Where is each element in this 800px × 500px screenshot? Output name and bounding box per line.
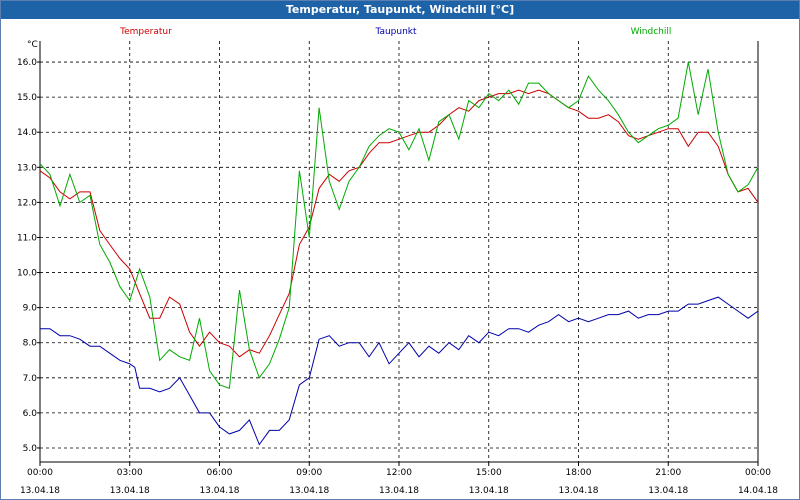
x-tick-label-time: 00:00	[27, 468, 53, 478]
axes	[37, 41, 759, 466]
grid	[40, 41, 758, 462]
legend-taupunkt: Taupunkt	[374, 27, 417, 37]
y-tick-label: 16.0	[17, 58, 37, 68]
y-axis-unit: °C	[27, 40, 38, 50]
y-tick-label: 13.0	[17, 163, 37, 173]
x-tick-label-time: 09:00	[296, 468, 322, 478]
y-tick-label: 14.0	[17, 128, 37, 138]
y-tick-label: 9.0	[23, 304, 38, 314]
x-tick-label-time: 15:00	[476, 468, 502, 478]
y-tick-label: 11.0	[17, 233, 37, 243]
x-tick-label-date: 13.04.18	[289, 486, 329, 496]
x-tick-label-date: 13.04.18	[648, 486, 688, 496]
x-tick-label-date: 13.04.18	[379, 486, 419, 496]
x-tick-label-time: 00:00	[745, 468, 771, 478]
y-tick-label: 5.0	[23, 444, 38, 454]
series-line-windchill	[39, 62, 759, 389]
x-tick-label-time: 18:00	[566, 468, 592, 478]
legend-temperatur: Temperatur	[119, 27, 172, 37]
x-tick-label-date: 13.04.18	[199, 486, 239, 496]
chart-window: Temperatur, Taupunkt, Windchill [°C] 5.0…	[0, 0, 800, 500]
legend-windchill: Windchill	[631, 27, 672, 37]
y-tick-label: 12.0	[17, 198, 37, 208]
x-tick-label-date: 13.04.18	[469, 486, 509, 496]
y-tick-label: 8.0	[23, 339, 38, 349]
x-tick-label-time: 06:00	[207, 468, 233, 478]
x-tick-label-date: 13.04.18	[110, 486, 150, 496]
y-tick-label: 10.0	[17, 269, 37, 279]
y-tick-label: 7.0	[23, 374, 38, 384]
x-tick-label-date: 13.04.18	[20, 486, 60, 496]
tick-labels: 5.0 6.0 7.0 8.0 9.0 10.0 11.0 12.0 13.0 14.0 15.0 1…	[17, 58, 778, 496]
y-tick-label: 6.0	[23, 409, 38, 419]
x-tick-label-date: 13.04.18	[558, 486, 598, 496]
x-tick-label-time: 03:00	[117, 468, 143, 478]
x-tick-label-time: 12:00	[386, 468, 412, 478]
y-tick-label: 15.0	[17, 93, 37, 103]
line-chart: 5.0 6.0 7.0 8.0 9.0 10.0 11.0 12.0 13.0 14.0 15.0 1…	[17, 27, 778, 496]
x-tick-label-time: 21:00	[655, 468, 681, 478]
x-tick-label-date: 14.04.18	[738, 486, 778, 496]
